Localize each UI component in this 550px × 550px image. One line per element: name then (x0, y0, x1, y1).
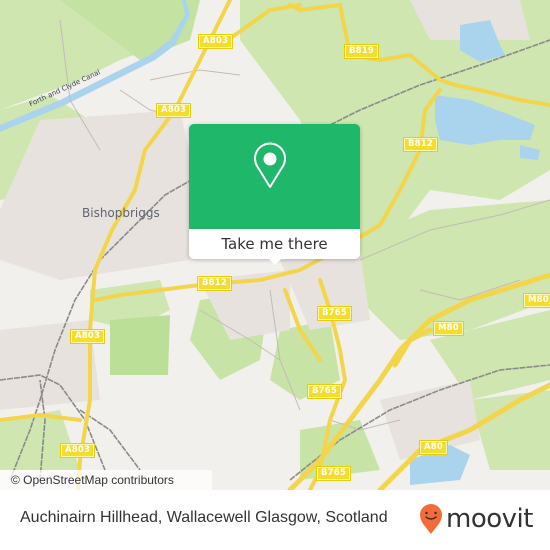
moovit-logo-icon[interactable] (418, 503, 444, 535)
road-label-b765: B765 (316, 306, 353, 321)
popup-pointer (268, 258, 282, 265)
road-label-b765: B765 (306, 384, 343, 399)
map[interactable]: Forth and Clyde Canal Bishopbriggs A803 … (0, 0, 550, 490)
footer: Auchinairn Hillhead, Wallacewell Glasgow… (0, 490, 550, 550)
road-label-b812: B812 (402, 137, 439, 152)
location-popup[interactable]: Take me there (189, 124, 360, 265)
road-label-a80: A80 (418, 440, 449, 455)
location-pin-icon (254, 142, 286, 188)
road-label-b812: B812 (196, 276, 233, 291)
location-title: Auchinairn Hillhead, Wallacewell Glasgow… (20, 509, 388, 526)
popup-header (189, 124, 360, 229)
road-label-a803: A803 (155, 103, 192, 118)
map-attribution[interactable]: © OpenStreetMap contributors (0, 470, 212, 490)
road-label-m80: M80 (433, 321, 464, 336)
moovit-brand[interactable]: moovit (446, 503, 533, 535)
road-label-a803: A803 (59, 443, 96, 458)
road-label-m80: M80 (523, 293, 550, 308)
road-label-a803: A803 (197, 34, 234, 49)
take-me-there-button[interactable]: Take me there (189, 229, 360, 259)
place-label-bishopbriggs: Bishopbriggs (82, 206, 160, 220)
road-label-b819: B819 (343, 44, 380, 59)
road-label-a803: A803 (69, 329, 106, 344)
road-label-b765: B765 (315, 466, 352, 481)
